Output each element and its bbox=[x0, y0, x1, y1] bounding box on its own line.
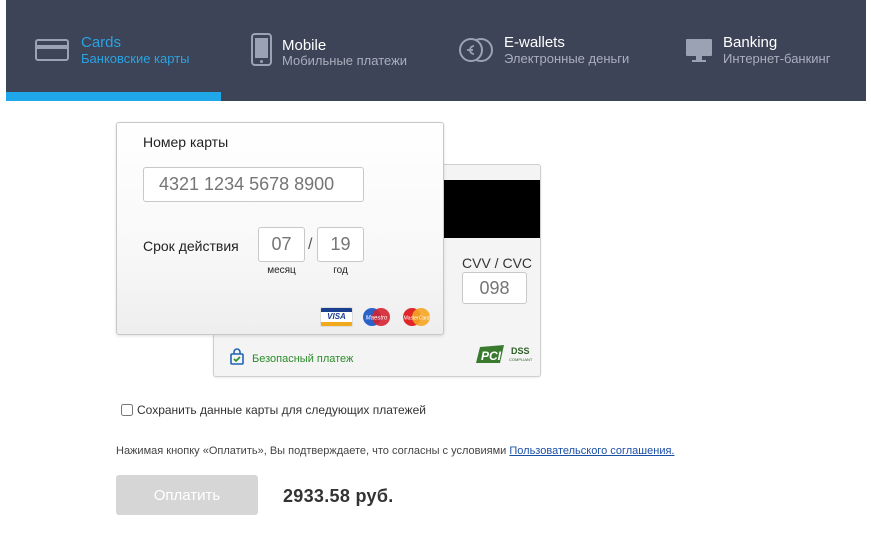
tab-e-wallets[interactable]: E-wallets Электронные деньги bbox=[431, 0, 651, 101]
expiry-year-input[interactable] bbox=[317, 227, 364, 262]
payment-amount: 2933.58 руб. bbox=[283, 486, 394, 506]
pci-compliant-text: COMPLIANT bbox=[509, 357, 533, 362]
tab-mobile-title: Mobile bbox=[282, 37, 327, 54]
agreement-notice: Нажимая кнопку «Оплатить», Вы подтвержда… bbox=[116, 445, 674, 457]
tab-banking-subtitle: Интернет-банкинг bbox=[723, 51, 831, 66]
expiry-separator: / bbox=[308, 236, 313, 253]
lock-shield-icon bbox=[230, 348, 244, 370]
payment-method-tabs: Cards Банковские карты Mobile Мобильные … bbox=[6, 0, 866, 101]
save-card-row: Сохранить данные карты для следующих пла… bbox=[120, 403, 426, 417]
tab-banking[interactable]: Banking Интернет-банкинг bbox=[651, 0, 866, 101]
e-wallet-coins-icon bbox=[458, 37, 494, 68]
save-card-label[interactable]: Сохранить данные карты для следующих пла… bbox=[137, 403, 426, 417]
cvv-input[interactable] bbox=[462, 272, 527, 304]
save-card-checkbox[interactable] bbox=[121, 404, 133, 416]
card-brand-logos: VISA Maestro MasterCard bbox=[320, 307, 433, 327]
active-tab-indicator bbox=[6, 92, 221, 101]
pci-dss-text: DSS bbox=[511, 346, 530, 356]
tab-cards[interactable]: Cards Банковские карты bbox=[6, 0, 221, 101]
user-agreement-link[interactable]: Пользовательского соглашения. bbox=[509, 445, 674, 457]
card-number-input[interactable] bbox=[143, 167, 364, 202]
tab-mobile-subtitle: Мобильные платежи bbox=[282, 53, 408, 68]
secure-payment: Безопасный платеж bbox=[230, 348, 353, 370]
expiry-month-input[interactable] bbox=[258, 227, 305, 262]
pay-button[interactable]: Оплатить bbox=[116, 475, 258, 515]
monitor-icon bbox=[685, 38, 713, 69]
card-number-label: Номер карты bbox=[143, 134, 229, 150]
tab-cards-subtitle: Банковские карты bbox=[81, 51, 190, 66]
agreement-text: Нажимая кнопку «Оплатить», Вы подтвержда… bbox=[116, 445, 507, 457]
mobile-phone-icon bbox=[251, 33, 272, 71]
cvv-label: CVV / CVC bbox=[462, 255, 533, 271]
pci-dss-logo: PCI DSS COMPLIANT bbox=[474, 343, 534, 372]
credit-card-icon bbox=[35, 39, 69, 66]
tab-e-wallets-title: E-wallets bbox=[504, 34, 565, 51]
tab-cards-title: Cards bbox=[81, 34, 122, 51]
visa-logo: VISA bbox=[320, 307, 353, 327]
svg-text:MasterCard: MasterCard bbox=[403, 316, 429, 322]
expiry-label: Срок действия bbox=[143, 238, 239, 254]
svg-text:Maestro: Maestro bbox=[366, 316, 388, 322]
month-hint: месяц bbox=[267, 265, 296, 276]
card-front: Номер карты Срок действия / месяц год VI… bbox=[116, 122, 444, 335]
tab-e-wallets-subtitle: Электронные деньги bbox=[504, 51, 630, 66]
tab-banking-title: Banking bbox=[723, 34, 778, 51]
year-hint: год bbox=[333, 265, 348, 276]
maestro-logo: Maestro bbox=[360, 307, 393, 327]
tab-mobile[interactable]: Mobile Мобильные платежи bbox=[221, 0, 431, 101]
magnetic-stripe bbox=[443, 180, 540, 238]
secure-payment-text: Безопасный платеж bbox=[252, 353, 354, 365]
mastercard-logo: MasterCard bbox=[400, 307, 433, 327]
pci-mark: PCI bbox=[481, 349, 502, 363]
